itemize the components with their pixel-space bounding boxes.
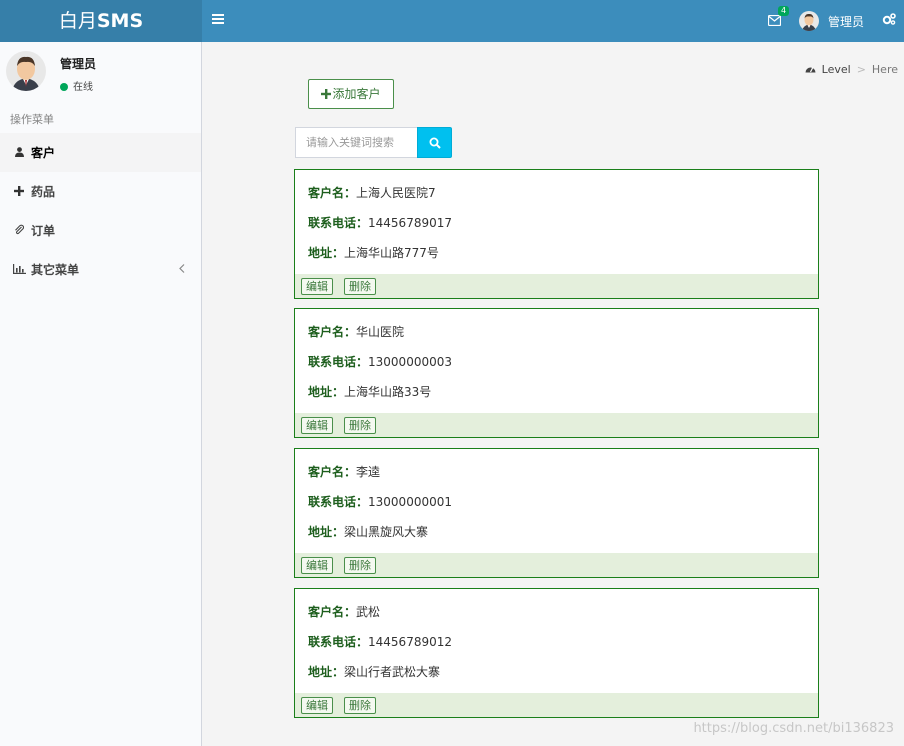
customer-address-row: 地址：上海华山路777号 bbox=[308, 246, 439, 260]
sidebar-item-orders[interactable]: 订单 bbox=[0, 211, 201, 250]
chevron-left-icon bbox=[179, 262, 185, 276]
customer-phone: 14456789012 bbox=[368, 635, 452, 649]
customer-name: 李逵 bbox=[356, 465, 381, 479]
messages-count-badge: 4 bbox=[777, 6, 790, 16]
online-dot-icon bbox=[60, 83, 68, 91]
menu-header: 操作菜单 bbox=[10, 113, 54, 126]
envelope-icon bbox=[767, 15, 781, 26]
avatar bbox=[6, 51, 46, 91]
add-customer-button[interactable]: 添加客户 bbox=[308, 79, 394, 109]
customer-name: 上海人民医院7 bbox=[356, 186, 436, 200]
customer-address: 上海华山路777号 bbox=[344, 246, 439, 260]
customer-phone-row: 联系电话：13000000001 bbox=[308, 495, 452, 509]
sidebar-menu: 客户 药品 订单 其它菜单 bbox=[0, 133, 201, 289]
customer-phone: 13000000003 bbox=[368, 355, 452, 369]
customer-name-row: 客户名：李逵 bbox=[308, 465, 381, 479]
settings-gears-icon[interactable] bbox=[882, 13, 898, 29]
edit-button[interactable]: 编辑 bbox=[301, 417, 333, 434]
sidebar-item-other-menu[interactable]: 其它菜单 bbox=[0, 250, 201, 289]
customer-card: 客户名：李逵 联系电话：13000000001 地址：梁山黑旋风大寨 编辑 删除 bbox=[294, 448, 819, 578]
user-panel: 管理员 在线 bbox=[0, 42, 202, 102]
customer-name: 华山医院 bbox=[356, 325, 405, 339]
sidebar-user-name: 管理员 bbox=[60, 57, 97, 71]
plus-icon bbox=[321, 87, 332, 101]
sidebar-item-medicines[interactable]: 药品 bbox=[0, 172, 201, 211]
card-actions: 编辑 删除 bbox=[295, 553, 818, 577]
customer-phone-row: 联系电话：13000000003 bbox=[308, 355, 452, 369]
card-actions: 编辑 删除 bbox=[295, 693, 818, 717]
paperclip-icon bbox=[12, 224, 26, 238]
search-bar bbox=[295, 127, 452, 158]
breadcrumb-here: Here bbox=[871, 63, 898, 76]
plus-icon bbox=[12, 185, 26, 199]
breadcrumb-separator: > bbox=[856, 63, 866, 76]
customer-phone: 14456789017 bbox=[368, 216, 452, 230]
edit-button[interactable]: 编辑 bbox=[301, 278, 333, 295]
customer-address: 梁山行者武松大寨 bbox=[344, 665, 441, 679]
sidebar-toggle-icon[interactable] bbox=[212, 12, 228, 28]
user-menu-name: 管理员 bbox=[827, 14, 864, 29]
sidebar-item-customers[interactable]: 客户 bbox=[0, 133, 201, 172]
watermark: https://blog.csdn.net/bi136823 bbox=[693, 721, 894, 736]
customer-address-row: 地址：梁山行者武松大寨 bbox=[308, 665, 441, 679]
customer-card: 客户名：上海人民医院7 联系电话：14456789017 地址：上海华山路777… bbox=[294, 169, 819, 299]
customer-phone-row: 联系电话：14456789012 bbox=[308, 635, 452, 649]
customer-address-row: 地址：上海华山路33号 bbox=[308, 385, 432, 399]
sidebar-item-label: 药品 bbox=[31, 185, 56, 199]
user-icon bbox=[12, 146, 26, 160]
status-badge: 在线 bbox=[60, 78, 93, 93]
messages-button[interactable]: 4 bbox=[759, 0, 790, 42]
customer-phone: 13000000001 bbox=[368, 495, 452, 509]
customer-card: 客户名：华山医院 联系电话：13000000003 地址：上海华山路33号 编辑… bbox=[294, 308, 819, 438]
delete-button[interactable]: 删除 bbox=[344, 417, 376, 434]
bar-chart-icon bbox=[12, 263, 26, 277]
user-menu[interactable]: 管理员 bbox=[798, 11, 864, 31]
top-navbar: 白月SMS 4 管理员 bbox=[0, 0, 904, 42]
customer-address-row: 地址：梁山黑旋风大寨 bbox=[308, 525, 429, 539]
customer-name-row: 客户名：华山医院 bbox=[308, 325, 405, 339]
sidebar-item-label: 客户 bbox=[31, 146, 56, 160]
app-logo[interactable]: 白月SMS bbox=[0, 0, 202, 42]
customer-phone-row: 联系电话：14456789017 bbox=[308, 216, 452, 230]
card-actions: 编辑 删除 bbox=[295, 413, 818, 437]
customer-address: 梁山黑旋风大寨 bbox=[344, 525, 429, 539]
customer-card: 客户名：武松 联系电话：14456789012 地址：梁山行者武松大寨 编辑 删… bbox=[294, 588, 819, 718]
breadcrumb: Level > Here bbox=[805, 63, 898, 76]
edit-button[interactable]: 编辑 bbox=[301, 697, 333, 714]
card-actions: 编辑 删除 bbox=[295, 274, 818, 298]
breadcrumb-level[interactable]: Level bbox=[822, 63, 851, 76]
sidebar-item-label: 其它菜单 bbox=[31, 263, 80, 277]
avatar bbox=[798, 11, 819, 31]
customer-name-row: 客户名：武松 bbox=[308, 605, 381, 619]
customer-address: 上海华山路33号 bbox=[344, 385, 432, 399]
delete-button[interactable]: 删除 bbox=[344, 557, 376, 574]
sidebar-item-label: 订单 bbox=[31, 224, 56, 238]
dashboard-icon bbox=[805, 63, 816, 76]
customer-name: 武松 bbox=[356, 605, 381, 619]
search-input[interactable] bbox=[295, 127, 417, 158]
delete-button[interactable]: 删除 bbox=[344, 278, 376, 295]
edit-button[interactable]: 编辑 bbox=[301, 557, 333, 574]
sidebar: 管理员 在线 操作菜单 客户 药品 订单 其它菜单 bbox=[0, 42, 202, 746]
customer-name-row: 客户名：上海人民医院7 bbox=[308, 186, 436, 200]
search-icon bbox=[429, 137, 441, 149]
delete-button[interactable]: 删除 bbox=[344, 697, 376, 714]
search-button[interactable] bbox=[417, 127, 452, 158]
